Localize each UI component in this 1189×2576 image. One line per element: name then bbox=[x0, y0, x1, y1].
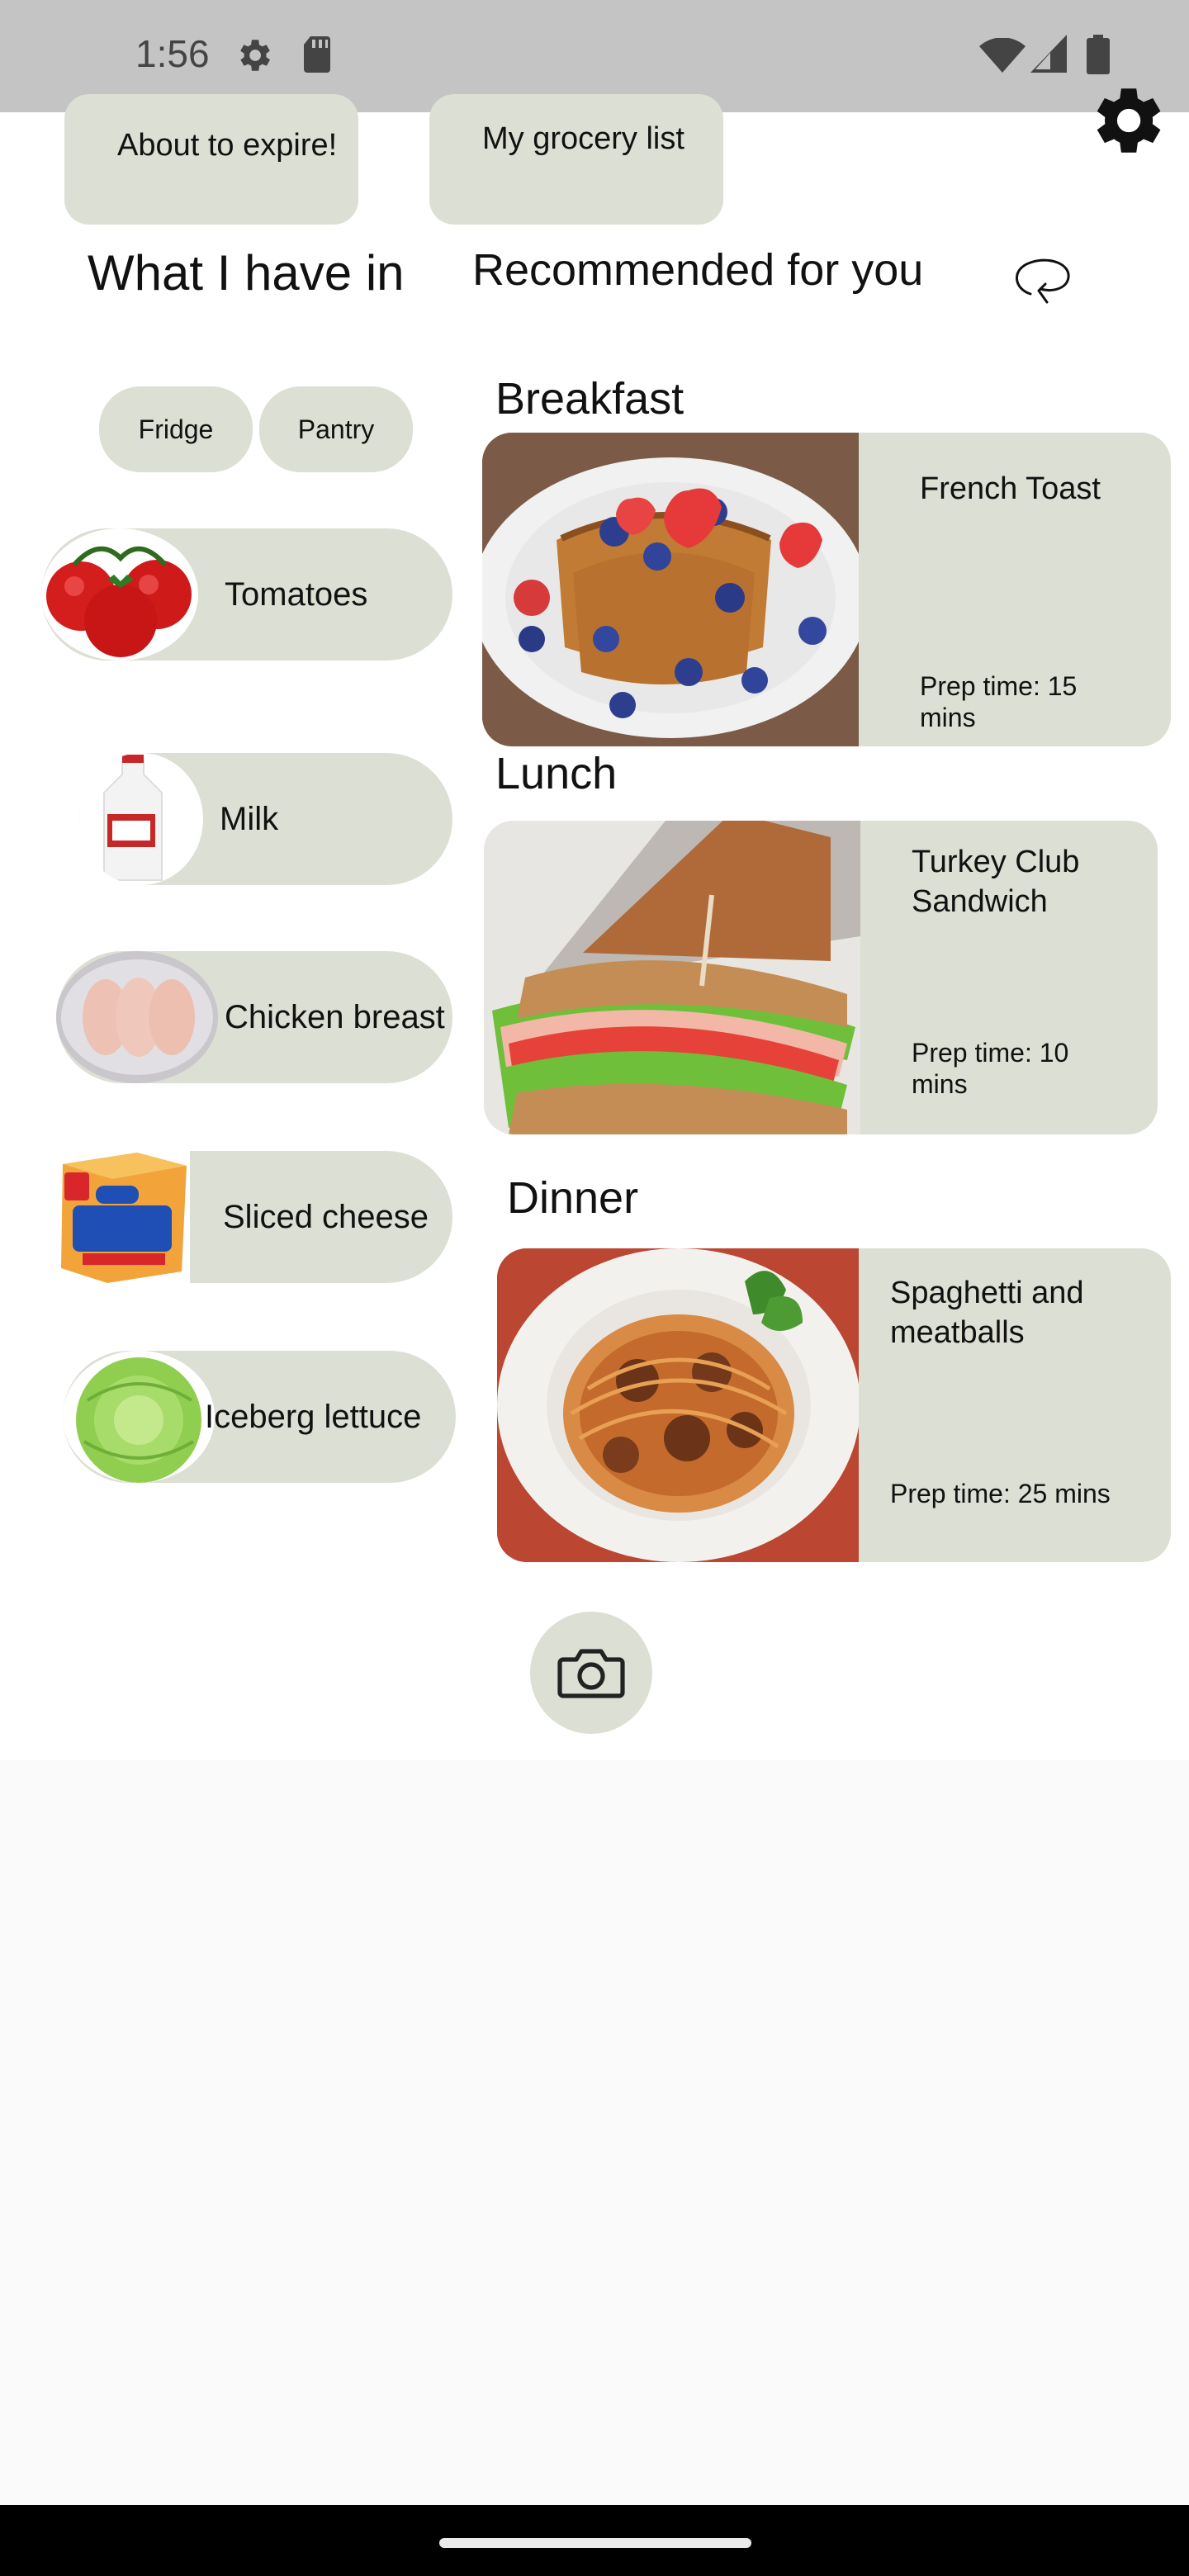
inventory-item[interactable]: Iceberg lettuce bbox=[63, 1351, 456, 1483]
prep-time: Prep time: 10 mins bbox=[912, 1038, 1069, 1099]
tab-fridge[interactable]: Fridge bbox=[99, 386, 253, 472]
meal-card-breakfast[interactable]: French Toast Prep time: 15 mins bbox=[482, 433, 1171, 746]
home-handle[interactable] bbox=[439, 2538, 751, 2548]
tomatoes-image bbox=[41, 528, 198, 661]
club-sandwich-image bbox=[484, 821, 860, 1134]
item-label: Iceberg lettuce bbox=[205, 1399, 422, 1435]
prep-time: Prep time: 15 mins bbox=[920, 671, 1078, 732]
spaghetti-image bbox=[497, 1248, 859, 1562]
battery-icon bbox=[1087, 35, 1110, 74]
status-time: 1:56 bbox=[135, 32, 210, 75]
grocery-list-button[interactable]: My grocery list bbox=[429, 94, 723, 225]
inventory-item[interactable]: Sliced cheese bbox=[58, 1148, 452, 1285]
navigation-bar bbox=[0, 2505, 1189, 2576]
gear-icon[interactable] bbox=[1083, 79, 1171, 162]
about-to-expire-button[interactable]: About to expire! bbox=[64, 94, 358, 225]
meal-title: Turkey Club Sandwich bbox=[912, 845, 1080, 919]
cellular-icon bbox=[1030, 35, 1067, 73]
item-label: Sliced cheese bbox=[223, 1199, 429, 1235]
cheese-pack-image bbox=[58, 1148, 190, 1285]
camera-button[interactable] bbox=[530, 1612, 652, 1734]
inventory-heading: What I have in bbox=[88, 245, 405, 301]
camera-icon bbox=[557, 1649, 625, 1698]
meal-title: Spaghetti and meatballs bbox=[890, 1276, 1084, 1350]
lettuce-image bbox=[63, 1351, 215, 1483]
chicken-breast-image bbox=[56, 951, 218, 1083]
item-label: Tomatoes bbox=[225, 576, 368, 613]
meal-card-dinner[interactable]: Spaghetti and meatballs Prep time: 25 mi… bbox=[497, 1248, 1171, 1562]
item-label: Chicken breast bbox=[225, 999, 445, 1035]
prep-time: Prep time: 25 mins bbox=[890, 1479, 1111, 1508]
wifi-icon bbox=[979, 38, 1026, 73]
french-toast-image bbox=[482, 433, 859, 746]
inventory-item[interactable]: Chicken breast bbox=[56, 951, 452, 1083]
sd-card-icon bbox=[304, 36, 330, 73]
settings-icon bbox=[240, 40, 270, 71]
section-dinner: Dinner bbox=[507, 1173, 639, 1223]
tab-pantry[interactable]: Pantry bbox=[259, 386, 413, 472]
refresh-icon[interactable] bbox=[1009, 253, 1075, 312]
inventory-item[interactable]: Milk bbox=[79, 753, 452, 885]
app-root: 1:56 About to expire! My grocery list Wh… bbox=[0, 0, 1189, 2576]
meal-card-lunch[interactable]: Turkey Club Sandwich Prep time: 10 mins bbox=[484, 821, 1158, 1134]
meal-title: French Toast bbox=[920, 471, 1101, 506]
item-label: Milk bbox=[220, 801, 279, 837]
recommended-heading: Recommended for you bbox=[472, 245, 924, 295]
section-lunch: Lunch bbox=[495, 749, 618, 798]
milk-image bbox=[79, 753, 203, 885]
inventory-item[interactable]: Tomatoes bbox=[41, 528, 452, 661]
section-breakfast: Breakfast bbox=[495, 374, 685, 424]
